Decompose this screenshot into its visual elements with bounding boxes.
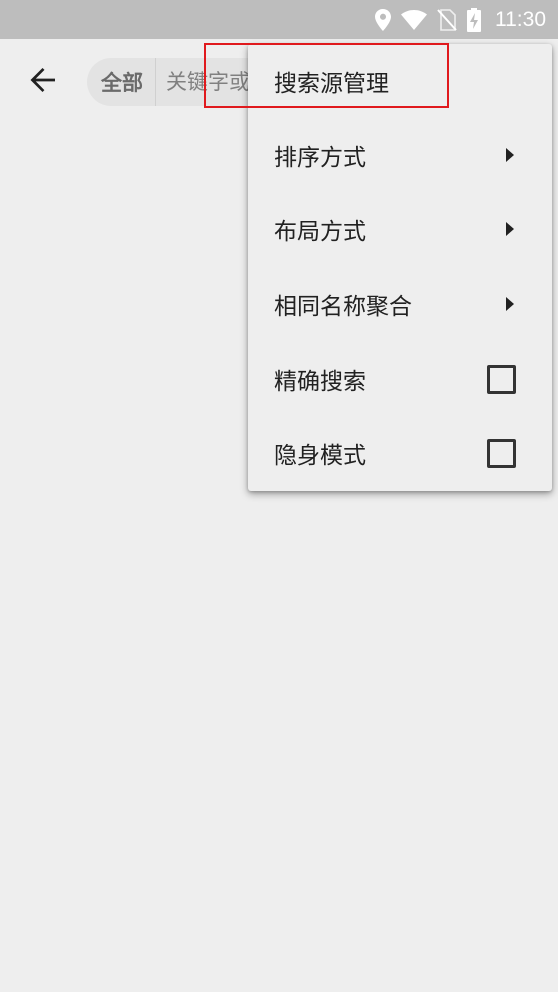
wifi-icon [401,9,427,30]
status-icons: 11:30 [375,0,546,39]
arrow-left-icon [29,66,57,98]
location-icon [375,8,391,31]
submenu-arrow-icon [506,297,514,311]
back-button[interactable] [22,61,64,103]
menu-item-layout[interactable]: 布局方式 [248,192,552,266]
menu-item-label: 精确搜索 [274,369,366,395]
search-scope-chip[interactable]: 全部 [87,58,156,106]
menu-item-same-name-merge[interactable]: 相同名称聚合 [248,267,552,341]
submenu-arrow-icon [506,148,514,162]
menu-item-sort[interactable]: 排序方式 [248,118,552,192]
status-time: 11:30 [495,7,546,31]
incognito-checkbox[interactable] [487,438,516,468]
menu-item-label: 搜索源管理 [274,71,389,97]
screen: 11:30 全部 搜索源管理 排序方式 布局方式 相 [0,0,558,992]
submenu-arrow-icon [506,222,514,236]
battery-charging-icon [467,7,481,32]
overflow-menu: 搜索源管理 排序方式 布局方式 相同名称聚合 精确搜索 隐身模式 [248,44,552,491]
menu-item-exact-search[interactable]: 精确搜索 [248,342,552,416]
exact-search-checkbox[interactable] [487,364,516,394]
menu-item-incognito[interactable]: 隐身模式 [248,416,552,490]
no-sim-icon [437,8,457,31]
menu-item-source-manage[interactable]: 搜索源管理 [248,44,552,118]
menu-item-label: 隐身模式 [274,443,366,469]
status-bar: 11:30 [0,0,558,39]
menu-item-label: 布局方式 [274,219,366,245]
menu-item-label: 相同名称聚合 [274,294,412,320]
menu-item-label: 排序方式 [274,145,366,171]
